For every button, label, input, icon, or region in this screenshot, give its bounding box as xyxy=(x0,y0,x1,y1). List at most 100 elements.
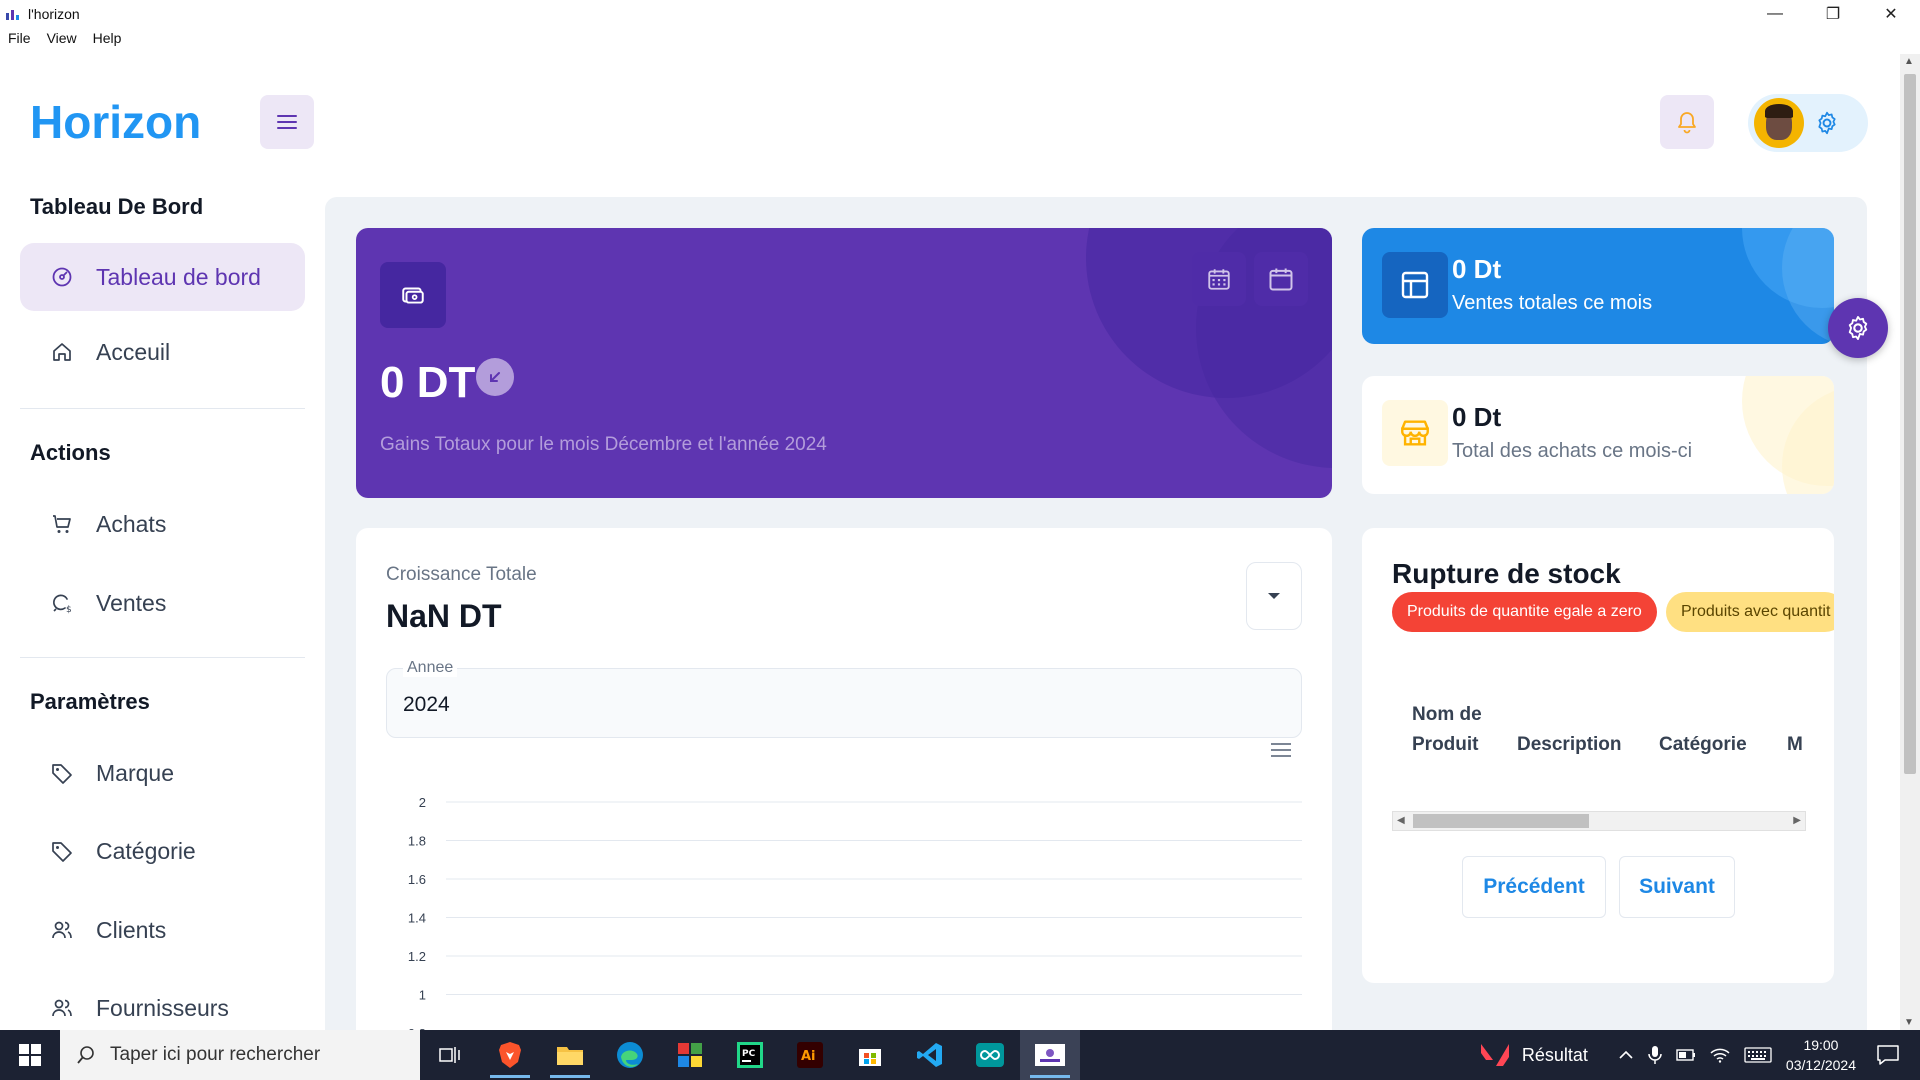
chip-low-quantity[interactable]: Produits avec quantit xyxy=(1666,592,1834,632)
sales-card: 0 Dt Ventes totales ce mois xyxy=(1362,228,1834,344)
keyboard-icon[interactable] xyxy=(1744,1047,1772,1063)
sidebar-item-label: Acceuil xyxy=(96,338,171,365)
settings-fab[interactable] xyxy=(1828,298,1888,358)
illustrator-icon[interactable]: Ai xyxy=(780,1030,840,1080)
profile-menu[interactable] xyxy=(1748,94,1868,152)
battery-icon[interactable] xyxy=(1676,1049,1696,1061)
gear-icon[interactable] xyxy=(1814,110,1840,136)
chip-zero-quantity[interactable]: Produits de quantite egale a zero xyxy=(1392,592,1657,632)
tag-icon xyxy=(52,842,72,862)
tag-icon xyxy=(52,764,72,784)
table-horizontal-scrollbar[interactable]: ◀ ▶ xyxy=(1392,811,1806,831)
result-widget[interactable]: Résultat xyxy=(1480,1042,1588,1068)
start-button[interactable] xyxy=(0,1030,60,1080)
sidebar-item-tableau-de-bord[interactable]: Tableau de bord xyxy=(20,243,305,311)
sidebar-item-label: Tableau de bord xyxy=(96,263,261,290)
brave-icon[interactable] xyxy=(480,1030,540,1080)
calendar-grid-icon xyxy=(1208,269,1230,290)
sidebar-divider xyxy=(20,408,305,409)
scrollbar-thumb[interactable] xyxy=(1413,814,1589,828)
avatar[interactable] xyxy=(1754,98,1804,148)
arduino-icon[interactable] xyxy=(960,1030,1020,1080)
pycharm-icon[interactable]: PC xyxy=(720,1030,780,1080)
chart-y-tick-label: 1.6 xyxy=(408,872,426,887)
sidebar-item-categorie[interactable]: Catégorie xyxy=(20,817,305,885)
sidebar-group-title: Actions xyxy=(30,440,111,465)
calendar-year-button[interactable] xyxy=(1254,252,1308,306)
window-titlebar: l'horizon — ❐ ✕ xyxy=(0,0,1920,28)
sidebar-item-achats[interactable]: Achats xyxy=(20,490,305,558)
minimize-button[interactable]: — xyxy=(1746,0,1804,28)
edge-icon[interactable] xyxy=(600,1030,660,1080)
sidebar-item-ventes[interactable]: $ Ventes xyxy=(20,569,305,637)
search-icon xyxy=(77,1046,94,1064)
wallet-icon xyxy=(380,262,446,328)
taskbar-search[interactable]: Taper ici pour rechercher xyxy=(60,1030,420,1080)
earnings-caption: Gains Totaux pour le mois Décembre et l'… xyxy=(380,434,827,455)
year-select[interactable]: Annee 2024 xyxy=(386,659,1302,738)
caret-down-icon xyxy=(1268,593,1280,599)
column-header-description[interactable]: Description xyxy=(1517,730,1622,760)
scroll-down-arrow[interactable]: ▼ xyxy=(1904,1017,1914,1028)
chart-y-tick-label: 1.4 xyxy=(408,911,426,926)
clock-time: 19:00 xyxy=(1803,1037,1839,1053)
sidebar-item-marque[interactable]: Marque xyxy=(20,739,305,807)
sales-icon: $ xyxy=(53,594,72,615)
menu-view[interactable]: View xyxy=(47,30,77,52)
task-view-icon[interactable] xyxy=(420,1030,480,1080)
wifi-icon[interactable] xyxy=(1710,1047,1730,1063)
sidebar-item-label: Clients xyxy=(96,916,167,943)
sidebar-item-label: Catégorie xyxy=(96,837,196,864)
column-header-category[interactable]: Catégorie xyxy=(1659,730,1747,760)
stock-card: Rupture de stock Produits de quantite eg… xyxy=(1362,528,1834,983)
sidebar-item-clients[interactable]: Clients xyxy=(20,896,305,964)
taskbar-clock[interactable]: 19:00 03/12/2024 xyxy=(1786,1035,1856,1075)
app-icon xyxy=(4,5,22,23)
sidebar-toggle-button[interactable] xyxy=(260,95,314,149)
svg-text:Ai: Ai xyxy=(801,1049,816,1064)
menu-file[interactable]: File xyxy=(8,30,31,52)
notifications-button[interactable] xyxy=(1660,95,1714,149)
menu-icon xyxy=(277,115,297,129)
users-icon xyxy=(52,999,72,1017)
app-logo[interactable]: Horizon xyxy=(30,95,201,149)
svg-text:PC: PC xyxy=(742,1049,756,1059)
office-app-icon[interactable] xyxy=(660,1030,720,1080)
chevron-up-icon[interactable] xyxy=(1618,1049,1634,1061)
close-button[interactable]: ✕ xyxy=(1862,0,1920,28)
taskbar: Taper ici pour rechercher PC Ai Résultat xyxy=(0,1030,1920,1080)
microphone-icon[interactable] xyxy=(1648,1045,1662,1065)
home-icon xyxy=(53,343,71,361)
column-header-name[interactable]: Nom de Produit xyxy=(1412,700,1492,760)
sales-label: Ventes totales ce mois xyxy=(1452,292,1653,314)
svg-text:$: $ xyxy=(66,605,72,615)
scroll-left-arrow[interactable]: ◀ xyxy=(1397,815,1405,826)
growth-dropdown-button[interactable] xyxy=(1246,562,1302,630)
notification-center-icon[interactable] xyxy=(1876,1044,1900,1066)
scroll-right-arrow[interactable]: ▶ xyxy=(1793,815,1801,826)
scroll-up-arrow[interactable]: ▲ xyxy=(1904,56,1914,67)
chart-y-tick-label: 1 xyxy=(419,988,426,1003)
store-icon xyxy=(1382,400,1448,466)
maximize-button[interactable]: ❐ xyxy=(1804,0,1862,28)
file-explorer-icon[interactable] xyxy=(540,1030,600,1080)
valorant-icon xyxy=(1480,1044,1509,1066)
purchases-label: Total des achats ce mois-ci xyxy=(1452,440,1693,462)
column-header-m[interactable]: M xyxy=(1787,730,1803,760)
stock-title: Rupture de stock xyxy=(1392,558,1621,589)
sales-amount: 0 Dt xyxy=(1452,254,1502,284)
previous-button[interactable]: Précédent xyxy=(1462,856,1606,918)
scrollbar-thumb[interactable] xyxy=(1904,74,1916,774)
menu-help[interactable]: Help xyxy=(93,30,122,52)
calendar-month-button[interactable] xyxy=(1192,252,1246,306)
sidebar-item-label: Fournisseurs xyxy=(96,994,229,1021)
vscode-icon[interactable] xyxy=(900,1030,960,1080)
next-button[interactable]: Suivant xyxy=(1619,856,1735,918)
microsoft-store-icon[interactable] xyxy=(840,1030,900,1080)
page-vertical-scrollbar[interactable]: ▲ ▼ xyxy=(1900,54,1920,1030)
chart-y-tick-label: 1.2 xyxy=(408,949,426,964)
menubar: File View Help xyxy=(0,30,121,52)
cart-icon xyxy=(53,515,71,533)
sidebar-item-acceuil[interactable]: Acceuil xyxy=(20,318,305,386)
horizon-app-icon[interactable] xyxy=(1020,1030,1080,1080)
